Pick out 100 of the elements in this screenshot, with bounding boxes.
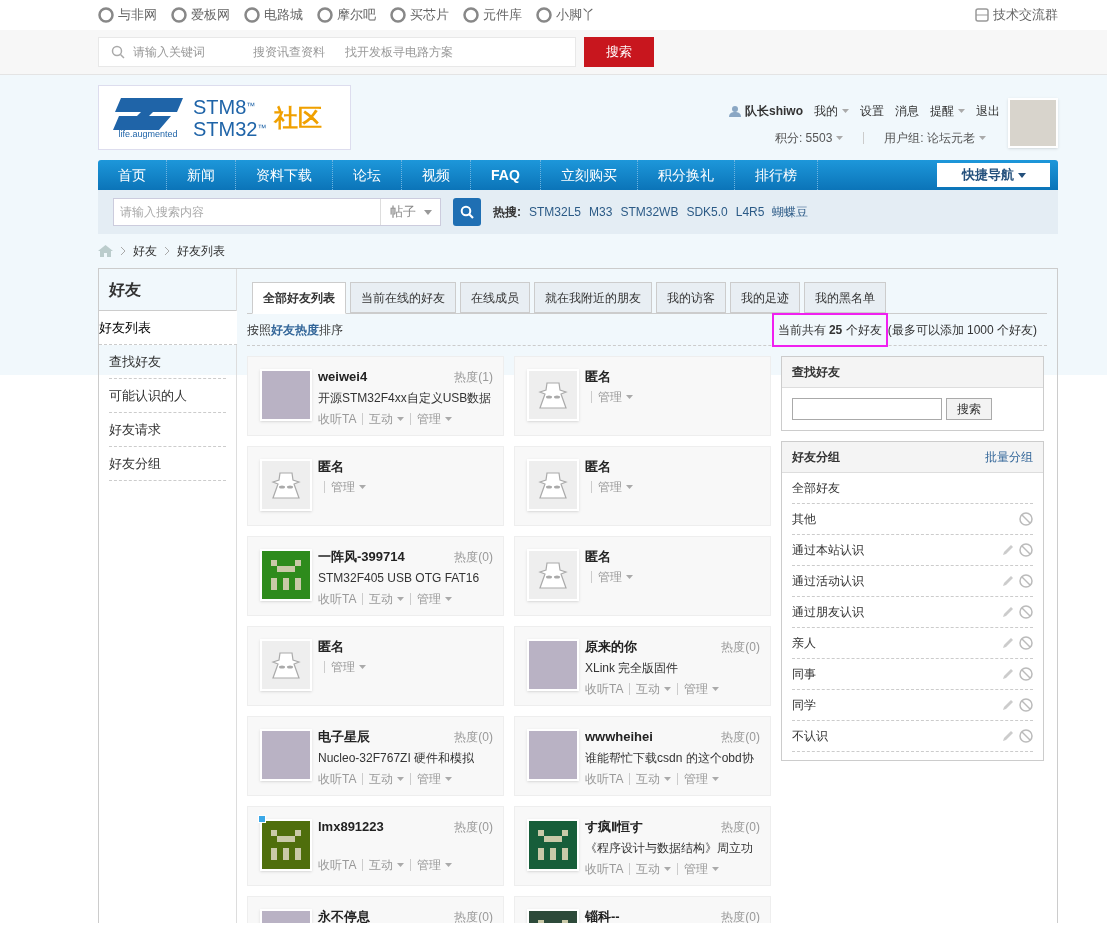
logo-text: STM8$^{™}$ [193,95,257,118]
avatar-photo-placeholder[interactable] [260,729,312,781]
tab[interactable]: 我的足迹 [730,282,800,313]
tab[interactable]: 在线成员 [460,282,530,313]
identicon-avatar[interactable] [527,819,579,871]
sidebar-item[interactable]: 好友分组 [109,447,226,481]
sidebar-item[interactable]: 查找好友 [109,345,226,379]
search-button[interactable]: 搜索 [946,398,992,420]
caret-icon [712,777,720,781]
site-search-field[interactable]: 请输入搜索内容 帖子 [113,198,441,226]
tab[interactable]: 当前在线的好友 [350,282,456,313]
heat-score: 热度(1) [454,369,493,386]
anonymous-avatar[interactable] [260,459,312,511]
quick-nav-button[interactable]: 快捷导航 [937,163,1050,187]
site-link[interactable]: 与非网 [98,5,157,25]
user-menu-link[interactable]: 消息 [895,102,919,120]
avatar-photo-placeholder[interactable] [527,639,579,691]
site-link[interactable]: 爱板网 [171,5,230,25]
breadcrumb-link[interactable]: 好友 [133,242,157,260]
site-link[interactable]: 电路城 [244,5,303,25]
anonymous-avatar[interactable] [260,639,312,691]
group-row[interactable]: 其他 [792,504,1033,535]
friend-search-field[interactable] [792,398,942,420]
hot-search-link[interactable]: STM32WB [620,203,679,221]
friend-name-link[interactable]: lmx891223 [318,817,384,837]
heat-score: 热度(0) [454,819,493,836]
heat-score: 热度(0) [721,639,760,656]
user-group-link[interactable]: 用户组: 论坛元老 [884,129,986,147]
search-scope-select[interactable]: 帖子 [380,199,440,225]
hot-search-link[interactable]: STM32L5 [529,203,582,221]
group-row[interactable]: 同事 [792,659,1033,690]
identicon-avatar[interactable] [260,819,312,871]
breadcrumb-link[interactable]: 好友列表 [177,242,225,260]
friend-name-link[interactable]: 永不停息 [318,907,370,923]
group-row[interactable]: 全部好友 [792,473,1033,504]
friend-name-link[interactable]: 电子星辰 [318,727,370,747]
site-link[interactable]: 小脚丫 [536,5,595,25]
search-button[interactable] [453,198,481,226]
tab[interactable]: 我的黑名单 [804,282,886,313]
avatar-photo-placeholder[interactable] [260,369,312,421]
friend-status-text: XLink 完全版固件 [585,660,680,677]
site-link[interactable]: 元件库 [463,5,522,25]
caret-icon [626,485,633,489]
caret-icon [397,863,405,867]
batch-group-link[interactable]: 批量分组 [985,448,1033,466]
group-row[interactable]: 亲人 [792,628,1033,659]
friend-name-link[interactable]: 匿名 [318,457,344,477]
friend-name-link[interactable]: weiwei4 [318,367,368,387]
hot-search-link[interactable]: 蝴蝶豆 [772,203,809,221]
points-link[interactable]: 积分: 5503 [774,129,844,147]
caret-icon [664,777,672,781]
group-label: 通过活动认识 [792,573,864,590]
tab[interactable]: 就在我附近的朋友 [534,282,652,313]
friend-name-link[interactable]: 原来的你 [585,637,637,657]
heat-score: 热度(0) [721,909,760,923]
group-row[interactable]: 不认识 [792,721,1033,752]
friend-name-link[interactable]: 匿名 [585,367,611,387]
user-icon [729,105,741,117]
group-chat-link[interactable]: 技术交流群 [975,5,1058,25]
sidebar-item[interactable]: 好友列表 [99,311,237,345]
chat-icon [975,8,989,22]
group-row[interactable]: 同学 [792,690,1033,721]
home-icon [98,245,113,257]
user-menu-link[interactable]: 我的 [814,102,849,120]
site-logo-icon [463,7,479,23]
group-row[interactable]: 通过活动认识 [792,566,1033,597]
hot-search-link[interactable]: L4R5 [735,203,765,221]
anonymous-avatar[interactable] [527,459,579,511]
avatar-photo-placeholder[interactable] [1008,98,1058,148]
sidebar-item[interactable]: 好友请求 [109,413,226,447]
user-menu-link[interactable]: 退出 [976,102,1000,120]
hot-search-link[interactable]: M33 [589,203,613,221]
group-row[interactable]: 通过本站认识 [792,535,1033,566]
group-label: 通过本站认识 [792,542,864,559]
site-link[interactable]: 买芯片 [390,5,449,25]
caret-icon [397,777,405,781]
tab[interactable]: 我的访客 [656,282,726,313]
friend-name-link[interactable]: 匿名 [585,547,611,567]
username-link[interactable]: 队长shiwo [745,102,803,120]
heat-score: 热度(0) [454,549,493,566]
friend-name-link[interactable]: 匿名 [585,457,611,477]
friend-name-link[interactable]: 匿名 [318,637,344,657]
sidebar-item[interactable]: 可能认识的人 [109,379,226,413]
user-menu-link[interactable]: 设置 [860,102,884,120]
friend-status-text: 谁能帮忙下载csdn 的这个obd协 [585,750,755,767]
search-button[interactable]: 搜索 [584,37,654,67]
hot-search-link[interactable]: SDK5.0 [686,203,728,221]
group-row[interactable]: 通过朋友认识 [792,597,1033,628]
friend-name-link[interactable]: 一阵风-399714 [318,547,405,567]
anonymous-avatar[interactable] [527,549,579,601]
tab[interactable]: 全部好友列表 [252,282,346,314]
site-link[interactable]: 摩尔吧 [317,5,376,25]
identicon-avatar[interactable] [260,549,312,601]
user-menu-link[interactable]: 提醒 [930,102,965,120]
anonymous-avatar[interactable] [527,369,579,421]
friend-name-link[interactable]: す疯Ⅱ恒す [585,817,643,837]
chevron-icon [165,247,169,255]
friend-name-link[interactable]: wwwheihei [585,727,653,747]
avatar-photo-placeholder[interactable] [527,729,579,781]
friend-name-link[interactable]: 锱科-- [585,907,620,923]
